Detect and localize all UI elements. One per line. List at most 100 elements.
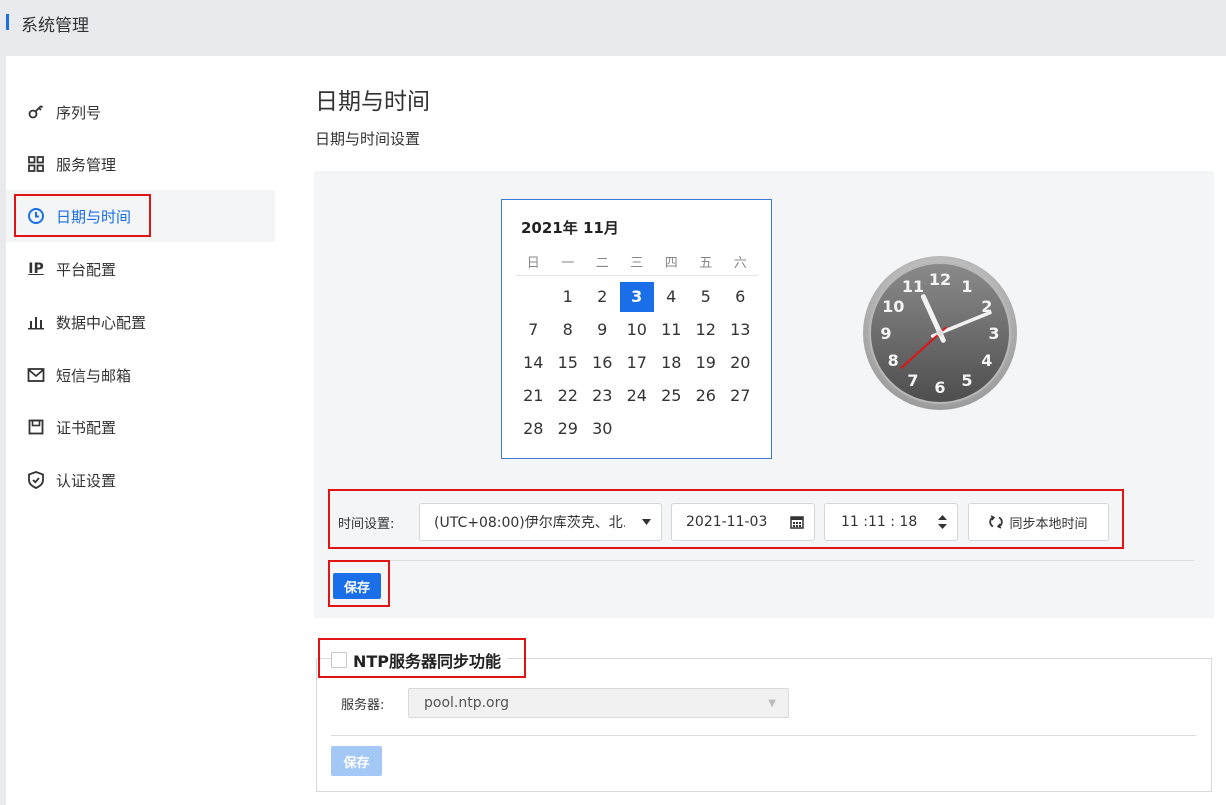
calendar-day[interactable]: 17 (620, 348, 655, 378)
calendar-day[interactable]: 4 (654, 282, 689, 312)
calendar-empty-cell (654, 414, 689, 444)
time-input[interactable]: 11 :11 : 18 (824, 503, 958, 541)
calendar-day[interactable]: 29 (551, 414, 586, 444)
caret-down-icon (642, 504, 651, 540)
calendar-week-row: 123456 (516, 280, 758, 313)
weekday-label: 六 (733, 255, 747, 271)
calendar-day[interactable]: 26 (689, 381, 724, 411)
main-content: 日期与时间 日期与时间设置 2021年 11月 日 一 二 三 四 五 六 12… (275, 56, 1226, 805)
clock-number: 4 (981, 351, 992, 370)
calendar-day[interactable]: 15 (551, 348, 586, 378)
calendar-day[interactable]: 6 (723, 282, 758, 312)
calendar-day[interactable]: 27 (723, 381, 758, 411)
date-input[interactable]: 2021-11-03 (671, 503, 815, 541)
calendar: 2021年 11月 日 一 二 三 四 五 六 1 2 3 4 5 6 7 8 9 10 11 12 1… (501, 199, 772, 459)
calendar-day[interactable]: 5 (689, 282, 724, 312)
time-settings-label: 时间设置: (338, 517, 395, 532)
calendar-day[interactable]: 21 (516, 381, 551, 411)
sidebar: 序列号 服务管理 日期与时间 IP 平台配置 数据中心配置 短信与邮箱 证书配置 (6, 56, 275, 805)
weekday-label: 五 (699, 255, 713, 271)
calendar-day[interactable]: 13 (723, 315, 758, 345)
clock-number: 5 (961, 371, 972, 390)
ntp-fieldset (316, 658, 1212, 792)
calendar-day[interactable]: 3 (619, 281, 654, 312)
time-value: 11 :11 : 18 (841, 514, 918, 530)
calendar-day[interactable]: 28 (516, 414, 551, 444)
header-accent-bar (6, 14, 9, 30)
sidebar-item-label: 证书配置 (56, 418, 117, 437)
clock-center (936, 329, 944, 337)
ntp-server-select[interactable]: pool.ntp.org ▼ (408, 688, 789, 718)
sync-icon (989, 515, 1004, 529)
sync-local-time-button[interactable]: 同步本地时间 (968, 503, 1109, 541)
calendar-day[interactable]: 18 (654, 348, 689, 378)
page-subtitle: 日期与时间设置 (315, 130, 421, 148)
sidebar-item-label: 平台配置 (56, 260, 117, 279)
clock-number: 11 (902, 277, 924, 296)
sidebar-item-label: 服务管理 (56, 155, 117, 174)
spinner-icon[interactable] (938, 504, 947, 540)
calendar-day[interactable]: 20 (723, 348, 758, 378)
calendar-day[interactable]: 12 (689, 315, 724, 345)
sidebar-item-services[interactable]: 服务管理 (6, 138, 275, 190)
calendar-empty-cell (620, 414, 655, 444)
calendar-day[interactable]: 25 (654, 381, 689, 411)
ntp-server-label: 服务器: (341, 698, 385, 713)
calendar-day[interactable]: 23 (585, 381, 620, 411)
ntp-title: NTP服务器同步功能 (353, 652, 502, 671)
calendar-day[interactable]: 9 (585, 315, 620, 345)
calendar-week-row: 28 29 30 (516, 412, 758, 445)
sidebar-item-label: 日期与时间 (56, 207, 132, 226)
calendar-day[interactable]: 24 (620, 381, 655, 411)
top-header: 系统管理 (0, 0, 1226, 48)
sidebar-item-datetime[interactable]: 日期与时间 (6, 190, 275, 242)
sidebar-item-datacenter[interactable]: 数据中心配置 (6, 296, 275, 348)
calendar-grid: 日 一 二 三 四 五 六 1 2 3 4 5 6 7 8 9 10 11 12 13 14 15 16 17 1… (516, 252, 758, 445)
calendar-day[interactable]: 22 (551, 381, 586, 411)
sidebar-item-label: 数据中心配置 (56, 313, 147, 332)
weekday-label: 日 (526, 255, 540, 271)
calendar-day[interactable]: 8 (551, 315, 586, 345)
calendar-empty-cell (689, 414, 724, 444)
sidebar-item-sms-mail[interactable]: 短信与邮箱 (6, 349, 275, 401)
calendar-day[interactable]: 19 (689, 348, 724, 378)
page-title: 日期与时间 (315, 89, 430, 115)
calendar-week-row: 21 22 23 24 25 26 27 (516, 379, 758, 412)
calendar-day[interactable]: 2 (585, 282, 620, 312)
calendar-day[interactable]: 10 (620, 315, 655, 345)
calendar-day[interactable]: 16 (585, 348, 620, 378)
calendar-empty-cell (723, 414, 758, 444)
datetime-panel: 2021年 11月 日 一 二 三 四 五 六 1 2 3 4 5 6 7 8 9 10 11 12 1… (314, 171, 1214, 618)
key-icon (26, 102, 46, 122)
ntp-save-button[interactable]: 保存 (331, 746, 382, 776)
clock-number: 10 (882, 297, 904, 316)
calendar-day[interactable]: 1 (551, 282, 586, 312)
calendar-day[interactable]: 7 (516, 315, 551, 345)
sidebar-item-platform[interactable]: IP 平台配置 (6, 243, 275, 295)
calendar-day[interactable]: 11 (654, 315, 689, 345)
clock-number: 7 (907, 371, 918, 390)
sidebar-item-certificate[interactable]: 证书配置 (6, 401, 275, 453)
clock-number: 6 (934, 378, 945, 397)
calendar-day[interactable]: 30 (585, 414, 620, 444)
ip-icon: IP (28, 261, 44, 277)
ntp-server-value: pool.ntp.org (424, 695, 510, 711)
calendar-weekday-row: 日 一 二 三 四 五 六 (516, 252, 758, 276)
weekday-label: 四 (664, 255, 678, 271)
divider (330, 560, 1194, 561)
clock-number: 3 (988, 324, 999, 343)
bar-chart-icon (26, 312, 46, 332)
sidebar-item-auth[interactable]: 认证设置 (6, 454, 275, 506)
timezone-value: (UTC+08:00)伊尔库茨克、北... (434, 515, 625, 531)
clock-number: 12 (929, 270, 951, 289)
sidebar-item-serial[interactable]: 序列号 (6, 86, 275, 138)
ntp-enable-checkbox[interactable] (331, 652, 347, 668)
time-settings-bar: 时间设置: (UTC+08:00)伊尔库茨克、北... 2021-11-03 1… (330, 491, 1120, 547)
sidebar-item-label: 短信与邮箱 (56, 366, 132, 385)
save-button[interactable]: 保存 (333, 573, 381, 599)
weekday-label: 一 (561, 255, 575, 271)
timezone-select[interactable]: (UTC+08:00)伊尔库茨克、北... (419, 503, 662, 541)
clock-number: 9 (880, 324, 891, 343)
divider (331, 735, 1196, 736)
calendar-day[interactable]: 14 (516, 348, 551, 378)
